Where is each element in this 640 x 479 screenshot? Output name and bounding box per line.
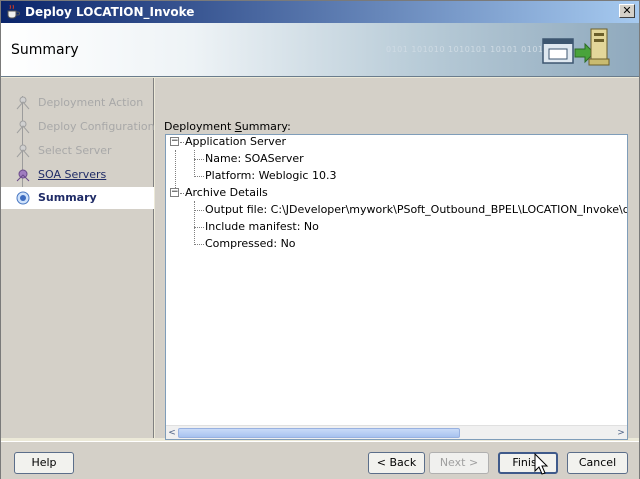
help-button[interactable]: Help [14,452,74,474]
horizontal-scrollbar[interactable]: < > [166,425,627,439]
tree-group-line [194,201,195,245]
tree-group-line [194,150,195,177]
tree-branch-line [180,142,184,143]
scrollbar-thumb[interactable] [178,428,460,438]
binary-decoration: 0101 101010 1010101 10101 0101010 [386,45,561,54]
coffee-cup-icon [7,4,20,19]
cancel-button[interactable]: Cancel [567,452,628,474]
summary-label-mnemonic: S [234,120,242,133]
tree-leaf-server-name[interactable]: Name: SOAServer [205,152,304,168]
collapse-toggle-application-server[interactable]: − [170,137,179,146]
tree-node-application-server[interactable]: Application Server [185,135,286,151]
tree-leaf-compressed[interactable]: Compressed: No [205,237,296,253]
mouse-cursor-icon [534,453,549,475]
nav-step-deployment-action: Deployment Action [15,94,153,112]
scroll-left-icon[interactable]: < [166,427,178,439]
tree-leaf-output-file[interactable]: Output file: C:\JDeveloper\mywork\PSoft_… [205,203,627,219]
summary-tree[interactable]: − Application Server Name: SOAServer Pla… [165,134,628,440]
nav-step-label: Summary [38,191,97,204]
tree-branch-line [194,159,204,160]
wizard-steps-nav: Deployment Action Deploy Configuration S… [1,78,155,438]
close-icon: ✕ [622,4,632,17]
tree-leaf-include-manifest[interactable]: Include manifest: No [205,220,319,236]
back-button[interactable]: < Back [368,452,425,474]
tree-leaf-platform[interactable]: Platform: Weblogic 10.3 [205,169,336,185]
tree-branch-line [194,244,204,245]
nav-step-label: Deploy Configuration [38,120,155,133]
deployment-summary-label: Deployment Summary: [164,120,291,133]
nav-step-soa-servers[interactable]: SOA Servers [15,166,153,184]
tree-branch-line [180,193,184,194]
nav-step-deploy-configuration: Deploy Configuration [15,118,155,136]
summary-label-suffix: ummary: [241,120,291,133]
scroll-right-icon[interactable]: > [615,427,627,439]
close-button[interactable]: ✕ [619,4,635,18]
collapse-toggle-archive-details[interactable]: − [170,188,179,197]
nav-step-label: SOA Servers [38,168,107,181]
next-button[interactable]: Next > [429,452,489,474]
step-visited-icon [16,169,30,182]
window-title: Deploy LOCATION_Invoke [25,5,195,19]
tree-root-line [175,150,176,192]
summary-label-prefix: Deployment [164,120,235,133]
tree-branch-line [194,210,204,211]
tree-branch-line [194,176,204,177]
step-disabled-icon [16,144,30,158]
deploy-dialog: Deploy LOCATION_Invoke ✕ Summary 0101 10… [0,0,640,479]
tree-node-archive-details[interactable]: Archive Details [185,186,268,202]
step-disabled-icon [16,96,30,110]
nav-step-label: Select Server [38,144,112,157]
title-bar[interactable]: Deploy LOCATION_Invoke ✕ [1,1,639,23]
page-title: Summary [11,42,79,58]
nav-step-select-server: Select Server [15,142,153,160]
deploy-graphic-icon [542,28,610,66]
header-banner: Summary 0101 101010 1010101 10101 010101… [1,23,639,77]
step-disabled-icon [16,120,30,134]
tree-branch-line [194,227,204,228]
nav-step-label: Deployment Action [38,96,144,109]
summary-panel: Deployment Summary: − Application Server… [155,78,639,440]
nav-step-summary[interactable]: Summary [1,187,154,209]
step-current-icon [16,191,30,205]
